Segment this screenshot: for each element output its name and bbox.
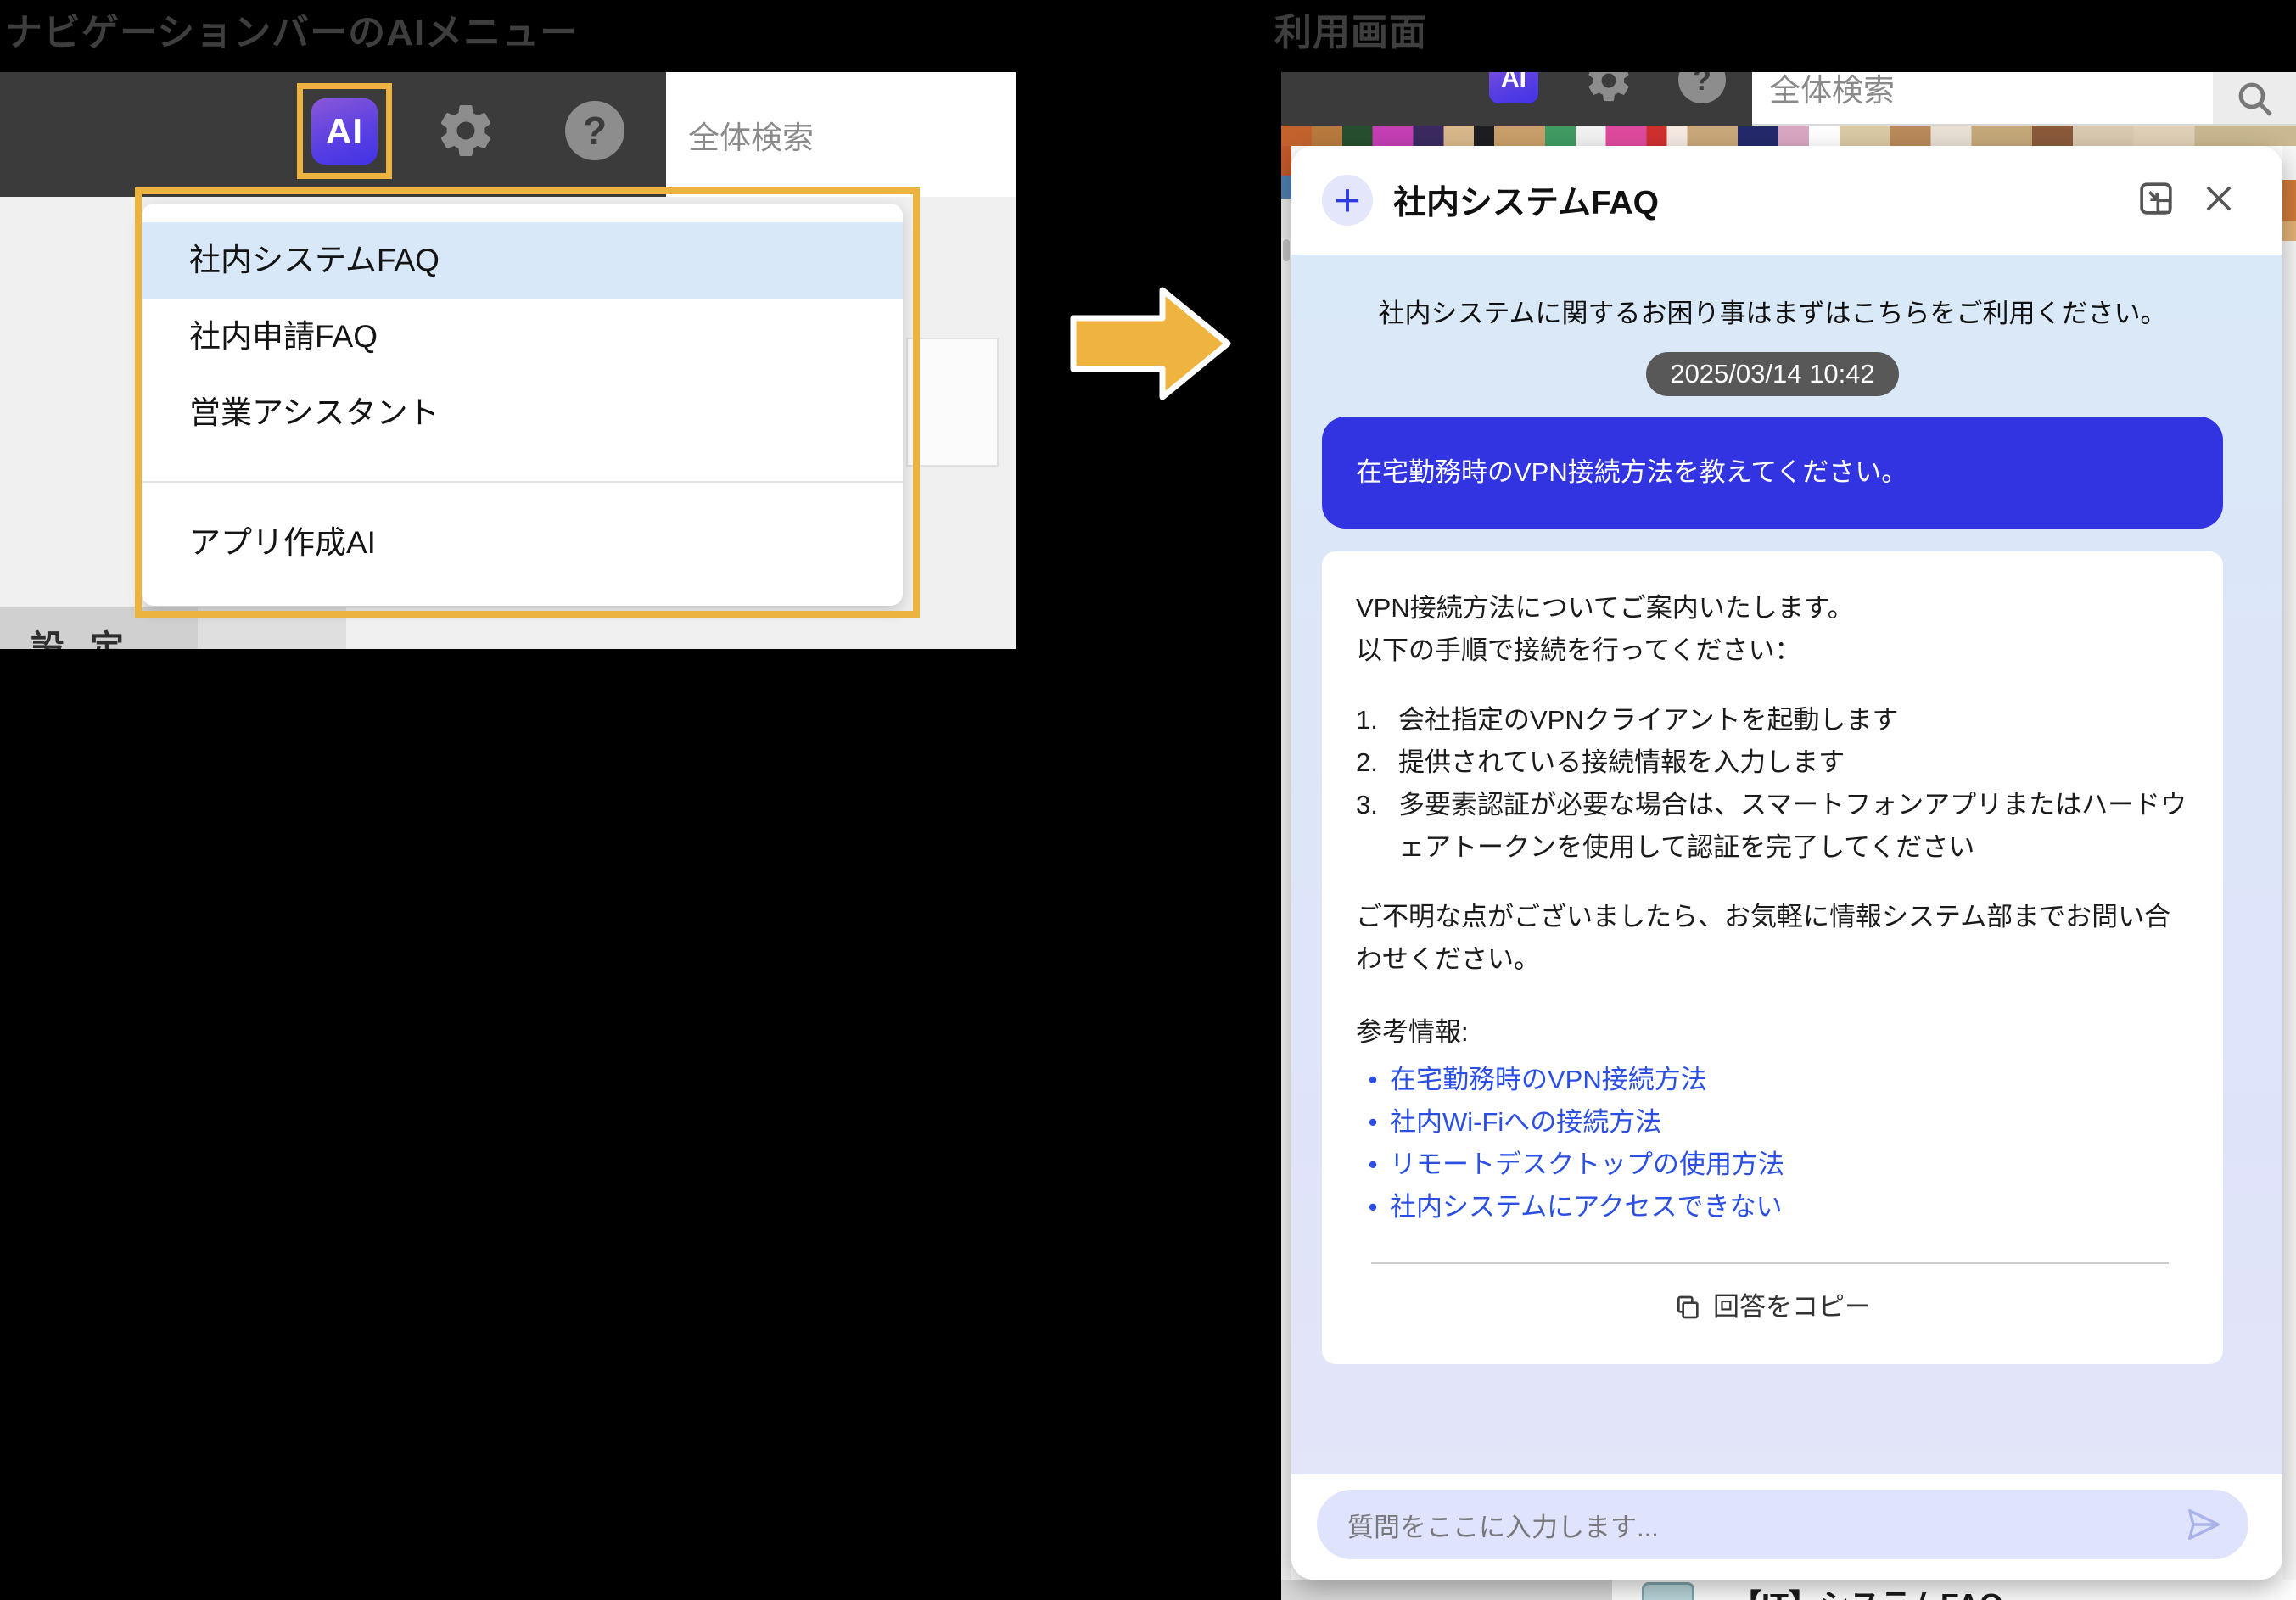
answer-closing-text: ご不明な点がございましたら、お気軽に情報システム部までお問い合わせください。 (1356, 896, 2189, 981)
step-text: 多要素認証が必要な場合は、スマートフォンアプリまたはハードウェアトークンを使用し… (1398, 790, 2187, 862)
question-mark-icon: ? (1693, 72, 1711, 98)
help-button[interactable]: ? (1678, 72, 1726, 103)
ai-menu-button[interactable]: AI (1489, 72, 1538, 103)
underlying-app-link-clipped[interactable]: 【IT】システムFAQ (1731, 1580, 2003, 1600)
bullet-icon: • (1356, 1144, 1390, 1186)
user-message-bubble: 在宅勤務時のVPN接続方法を教えてください。 (1322, 417, 2223, 529)
underlying-page-left-edge (1281, 146, 1291, 1600)
ai-icon: AI (326, 111, 363, 152)
left-navbar: AI ? 全体検索 (0, 72, 1016, 197)
settings-tab-label: 設定 (31, 620, 149, 649)
close-icon (2201, 181, 2237, 216)
question-input[interactable]: 質問をここに入力します... (1317, 1490, 2248, 1559)
reference-link-wifi[interactable]: 社内Wi-Fiへの接続方法 (1390, 1101, 1661, 1144)
gear-icon (1584, 72, 1633, 105)
copy-answer-label: 回答をコピー (1713, 1286, 1871, 1329)
ai-menu-button[interactable]: AI (311, 98, 378, 165)
dock-to-corner-icon (2136, 179, 2176, 218)
underlying-page-right-edge (2282, 146, 2296, 1600)
assistant-intro-text: 社内システムに関するお困り事はまずはこちらをご利用ください。 (1322, 292, 2223, 330)
step-number: 2. (1356, 741, 1398, 784)
copy-answer-button[interactable]: 回答をコピー (1356, 1264, 2189, 1364)
flow-arrow-icon (1065, 280, 1235, 407)
gear-icon (435, 100, 496, 161)
send-icon[interactable] (2184, 1505, 2223, 1544)
chat-panel-header: + 社内システムFAQ (1291, 146, 2282, 255)
ai-icon: AI (1501, 72, 1526, 93)
settings-tab-clipped[interactable]: 設定 (0, 607, 198, 649)
reference-item: • リモートデスクトップの使用方法 (1356, 1144, 2189, 1186)
answer-line: VPN接続方法についてご案内いたします。 (1356, 587, 2189, 629)
menu-divider (142, 481, 903, 483)
timestamp-row: 2025/03/14 10:42 (1322, 352, 2223, 396)
global-search-placeholder: 全体検索 (688, 112, 814, 158)
reference-item: • 社内システムにアクセスできない (1356, 1186, 2189, 1228)
timestamp-badge: 2025/03/14 10:42 (1646, 352, 1898, 396)
question-input-placeholder: 質問をここに入力します... (1347, 1506, 2184, 1544)
magnifier-icon (2234, 78, 2275, 119)
underlying-sidebar-fragment (1281, 1580, 1612, 1600)
step-text: 会社指定のVPNクライアントを起動します (1398, 705, 1899, 735)
ai-chat-panel: + 社内システムFAQ 社内システムに関するお困り事はまずはこちらをご利用くださ… (1291, 146, 2282, 1580)
bullet-icon: • (1356, 1186, 1390, 1228)
left-caption: ナビゲーションバーのAIメニュー (5, 2, 578, 56)
question-mark-icon: ? (583, 108, 607, 154)
right-caption: 利用画面 (1274, 2, 1427, 56)
reference-link-remote-desktop[interactable]: リモートデスクトップの使用方法 (1390, 1144, 1784, 1186)
menu-item-app-sakusei-ai[interactable]: アプリ作成AI (142, 505, 903, 581)
background-page-fragment (906, 338, 999, 467)
step-text: 提供されている接続情報を入力します (1398, 747, 1845, 777)
answer-line: 以下の手順で接続を行ってください： (1356, 629, 2189, 672)
answer-step: 3.多要素認証が必要な場合は、スマートフォンアプリまたはハードウェアトークンを使… (1356, 784, 2189, 869)
answer-step: 2.提供されている接続情報を入力します (1356, 741, 2189, 784)
answer-steps: 1.会社指定のVPNクライアントを起動します 2.提供されている接続情報を入力し… (1356, 699, 2189, 869)
menu-item-shanai-shinsei-faq[interactable]: 社内申請FAQ (142, 299, 903, 375)
bullet-icon: • (1356, 1059, 1390, 1101)
ai-dropdown-menu: 社内システムFAQ 社内申請FAQ 営業アシスタント アプリ作成AI (142, 204, 903, 606)
bullet-icon: • (1356, 1101, 1390, 1144)
step-number: 3. (1356, 784, 1398, 826)
reference-link-system-access[interactable]: 社内システムにアクセスできない (1390, 1186, 1783, 1228)
answer-step: 1.会社指定のVPNクライアントを起動します (1356, 699, 2189, 741)
chat-input-bar: 質問をここに入力します... (1291, 1474, 2282, 1580)
global-search-input[interactable]: 全体検索 (1752, 72, 2296, 126)
chat-message-area: 社内システムに関するお困り事はまずはこちらをご利用ください。 2025/03/1… (1291, 255, 2282, 1474)
menu-item-shanai-system-faq[interactable]: 社内システムFAQ (142, 222, 903, 299)
step-number: 1. (1356, 699, 1398, 741)
portal-banner-image (1281, 126, 2296, 146)
dock-panel-button[interactable] (2136, 179, 2176, 222)
global-search-placeholder: 全体検索 (1769, 72, 1895, 110)
global-search-input[interactable]: 全体検索 (666, 72, 1016, 197)
help-button[interactable]: ? (565, 101, 624, 160)
new-conversation-button[interactable]: + (1322, 175, 1373, 226)
close-panel-button[interactable] (2201, 181, 2237, 221)
reference-item: • 在宅勤務時のVPN接続方法 (1356, 1059, 2189, 1101)
background-tab-fragment (198, 607, 346, 649)
menu-item-eigyo-assistant[interactable]: 営業アシスタント (142, 375, 903, 451)
right-navbar: AI ? (1281, 72, 1752, 126)
references-list: • 在宅勤務時のVPN接続方法 • 社内Wi-Fiへの接続方法 • リモートデス… (1356, 1059, 2189, 1228)
underlying-page-bottom-edge: 【IT】システムFAQ (1281, 1580, 2296, 1600)
app-icon (1642, 1582, 1694, 1600)
references-label: 参考情報: (1356, 1011, 2189, 1054)
settings-button[interactable] (435, 100, 496, 161)
ai-menu-highlight-outline: AI (297, 83, 392, 179)
search-submit-button[interactable] (2213, 72, 2296, 124)
chat-panel-title: 社内システムFAQ (1393, 176, 2111, 224)
settings-button[interactable] (1584, 72, 1633, 105)
left-screenshot: AI ? 全体検索 設定 社内システムFAQ 社内申請FAQ 営業アシスタント … (0, 72, 1016, 649)
copy-icon (1674, 1294, 1701, 1321)
right-screenshot: AI ? 全体検索 【IT】システムFAQ + 社内システムFAQ (1281, 72, 2296, 1600)
reference-link-vpn[interactable]: 在宅勤務時のVPN接続方法 (1390, 1059, 1707, 1101)
scrollbar-thumb[interactable] (1283, 239, 1290, 261)
assistant-answer-card: VPN接続方法についてご案内いたします。 以下の手順で接続を行ってください： 1… (1322, 551, 2223, 1364)
reference-item: • 社内Wi-Fiへの接続方法 (1356, 1101, 2189, 1144)
